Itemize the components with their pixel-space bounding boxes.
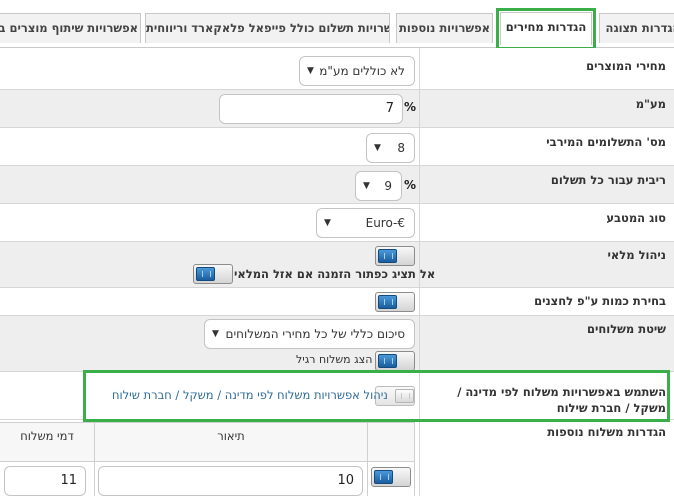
- row-max-payments: מס' התשלומים המירבי ▼ 8: [0, 128, 674, 166]
- interest-label: ריבית עבור כל תשלום: [550, 173, 666, 187]
- chevron-down-icon: ▼: [374, 143, 381, 153]
- product-prices-label: מחירי המוצרים: [586, 59, 666, 73]
- toggle-knob: [378, 354, 397, 368]
- cell-divider: [367, 462, 368, 496]
- tab-label: אפשרויות תשלום כולל פייפאל פלאקארד וריוו…: [146, 21, 390, 35]
- shipping-table: דמי משלוח תיאור 11 10: [0, 422, 415, 496]
- tab-label: הגדרות מחירים: [505, 20, 587, 34]
- inventory-label: ניהול מלאי: [607, 248, 666, 262]
- product-prices-value: לא כוללים מע"מ: [319, 64, 405, 78]
- tab-sharing-options[interactable]: אפשרויות שיתוף מוצרים בפ: [0, 13, 141, 43]
- chevron-down-icon: ▼: [324, 218, 331, 228]
- interest-select[interactable]: ▼ 9: [355, 171, 402, 201]
- table-border: [414, 422, 415, 496]
- chevron-down-icon: ▼: [212, 329, 219, 339]
- shipping-row-toggle[interactable]: [371, 467, 411, 487]
- chevron-down-icon: ▼: [363, 181, 370, 191]
- row-product-prices: מחירי המוצרים ▼ לא כוללים מע"מ: [0, 48, 674, 90]
- tab-display-settings[interactable]: הגדרות תצוגה: [599, 13, 674, 43]
- chevron-down-icon: ▼: [307, 66, 314, 76]
- row-vat: מע"מ % 7: [0, 90, 674, 128]
- max-payments-value: 8: [397, 141, 405, 155]
- inventory-toggle[interactable]: [375, 246, 415, 266]
- column-header-text: תיאור: [217, 429, 245, 443]
- hide-order-button-toggle[interactable]: [193, 264, 233, 284]
- extra-shipping-label: הגדרות משלוח נוספות: [547, 425, 666, 439]
- tab-label: אפשרויות שיתוף מוצרים בפ: [0, 21, 139, 35]
- quantity-buttons-toggle[interactable]: [375, 292, 415, 312]
- show-regular-shipping-toggle[interactable]: [375, 351, 415, 371]
- row-shipping-method: שיטת משלוחים ▼ סיכום כללי של כל מחירי המ…: [0, 316, 674, 372]
- currency-value: Euro-€: [365, 216, 405, 230]
- toggle-knob: [196, 267, 215, 281]
- row-currency: סוג המטבע ▼ Euro-€: [0, 204, 674, 242]
- shipping-fee-input[interactable]: 11: [4, 466, 86, 496]
- show-regular-shipping-label: הצג משלוח רגיל: [296, 353, 373, 366]
- manage-shipping-options-link[interactable]: ניהול אפשרויות משלוח לפי מדינה / משקל / …: [112, 388, 388, 402]
- shipping-options-label: השתמש באפשרויות משלוח לפי מדינה / משקל /…: [457, 385, 666, 415]
- currency-label: סוג המטבע: [606, 211, 666, 225]
- cell-divider: [94, 462, 95, 496]
- max-payments-select[interactable]: ▼ 8: [366, 133, 415, 163]
- interest-value: 9: [384, 179, 392, 193]
- interest-percent-sign: %: [404, 178, 417, 192]
- shipping-description-input[interactable]: 10: [98, 466, 363, 496]
- column-header-toggle: [367, 422, 415, 462]
- row-quantity-buttons: בחירת כמות ע"פ לחצנים: [0, 288, 674, 316]
- tab-price-settings[interactable]: הגדרות מחירים: [500, 12, 592, 45]
- column-header-fee: דמי משלוח: [0, 422, 95, 462]
- row-inventory: ניהול מלאי אל תציג כפתור הזמנה אם אזל המ…: [0, 242, 674, 288]
- currency-select[interactable]: ▼ Euro-€: [316, 208, 415, 238]
- shipping-method-select[interactable]: ▼ סיכום כללי של כל מחירי המשלוחים: [204, 319, 415, 349]
- max-payments-label: מס' התשלומים המירבי: [546, 135, 666, 149]
- toggle-knob: [378, 249, 397, 263]
- vat-input[interactable]: 7: [219, 94, 403, 124]
- column-header-text: דמי משלוח: [20, 429, 74, 443]
- shipping-method-label: שיטת משלוחים: [586, 322, 666, 336]
- tab-more-options[interactable]: אפשרויות נוספות: [396, 13, 493, 43]
- vat-percent-sign: %: [404, 100, 417, 114]
- quantity-buttons-label: בחירת כמות ע"פ לחצנים: [534, 294, 666, 308]
- hide-order-button-label: אל תציג כפתור הזמנה אם אזל המלאי: [234, 267, 436, 281]
- toggle-knob: [395, 389, 414, 403]
- column-header-description: תיאור: [94, 422, 368, 462]
- row-shipping-options: השתמש באפשרויות משלוח לפי מדינה / משקל /…: [0, 372, 674, 420]
- tab-payment-options[interactable]: אפשרויות תשלום כולל פייפאל פלאקארד וריוו…: [145, 13, 390, 43]
- column-divider: [419, 48, 420, 496]
- tab-strip: אפשרויות שיתוף מוצרים בפ אפשרויות תשלום …: [0, 0, 674, 50]
- shipping-method-value: סיכום כללי של כל מחירי המשלוחים: [225, 327, 405, 341]
- tab-label: הגדרות תצוגה: [605, 21, 674, 35]
- product-prices-select[interactable]: ▼ לא כוללים מע"מ: [299, 56, 415, 86]
- vat-label: מע"מ: [635, 97, 666, 111]
- toggle-knob: [378, 295, 397, 309]
- toggle-knob: [374, 470, 393, 484]
- row-interest: ריבית עבור כל תשלום % ▼ 9: [0, 166, 674, 204]
- tab-label: אפשרויות נוספות: [398, 21, 491, 35]
